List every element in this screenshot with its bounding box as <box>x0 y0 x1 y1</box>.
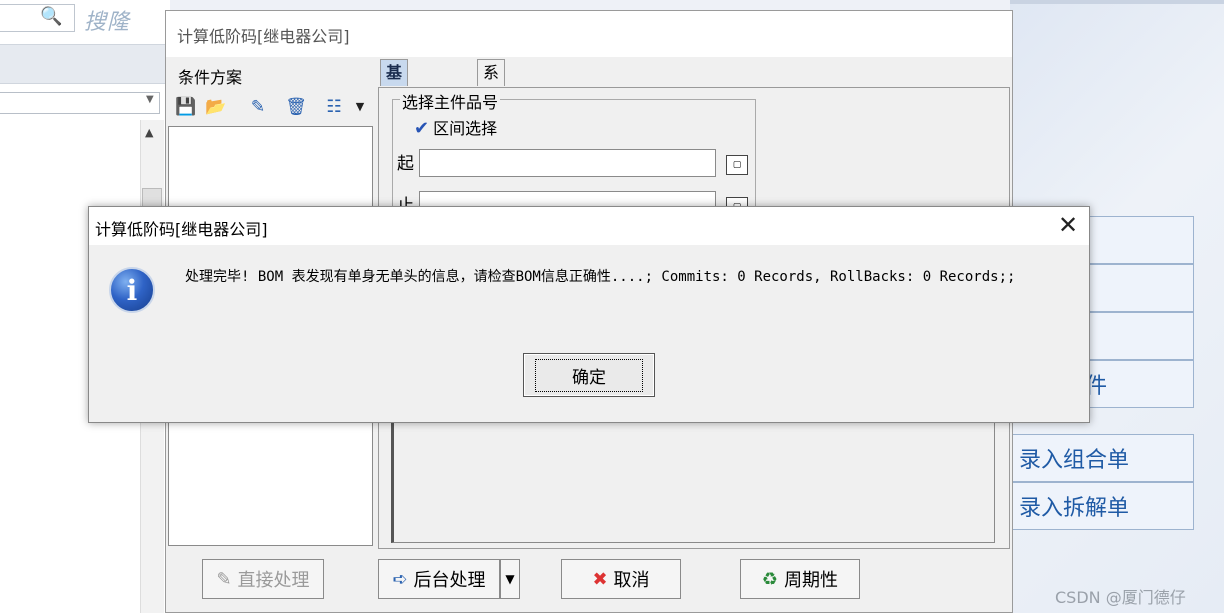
cancel-label: 取消 <box>613 570 650 591</box>
cancel-icon: ✖ <box>592 568 608 590</box>
background-search-box[interactable] <box>0 4 75 32</box>
cancel-button[interactable]: ✖ 取消 <box>561 559 681 599</box>
tab-system-options[interactable]: 系统选项 <box>477 59 506 160</box>
periodic-label: 周期性 <box>784 570 839 591</box>
logo: 搜隆 <box>84 10 131 35</box>
layout-dropdown-icon[interactable]: ▼ <box>348 95 372 119</box>
from-input[interactable] <box>419 149 716 177</box>
range-select-checkbox[interactable]: ✔ 区间选择 <box>414 115 497 139</box>
ok-button[interactable]: 确定 <box>523 353 655 397</box>
dialog-title: 计算低阶码[继电器公司] <box>95 220 268 239</box>
background-process-icon: ➪ <box>392 568 408 590</box>
dialog-message: 处理完毕! BOM 表发现有单身无单头的信息，请检查BOM信息正确性....; … <box>185 269 1016 285</box>
group-title: 选择主件品号 <box>400 89 501 113</box>
direct-process-icon: ✎ <box>216 568 232 590</box>
from-lookup-button[interactable]: ▢ <box>726 155 748 175</box>
right-button-split-order[interactable]: 录入拆解单 <box>1012 482 1194 530</box>
from-label: 起 <box>397 154 414 174</box>
info-icon: i <box>109 267 155 313</box>
range-select-label: 区间选择 <box>433 119 498 138</box>
dropdown-arrow-icon: ▼ <box>505 572 515 586</box>
watermark: CSDN @厦门德仔 <box>1055 588 1186 607</box>
scheme-label: 条件方案 <box>178 68 243 87</box>
save-icon[interactable]: 💾 <box>174 95 198 119</box>
periodic-icon: ♻ <box>761 568 779 590</box>
close-icon[interactable]: ✕ <box>1051 209 1085 241</box>
layout-icon[interactable]: ☷ <box>322 95 346 119</box>
wizard-icon[interactable]: ✎ <box>246 95 270 119</box>
checkmark-icon: ✔ <box>414 118 430 139</box>
scroll-up-icon[interactable]: ▲ <box>145 126 153 139</box>
background-right-topbar <box>1010 0 1224 4</box>
open-folder-icon[interactable]: 📂 <box>204 95 228 119</box>
direct-process-button[interactable]: ✎ 直接处理 <box>202 559 324 599</box>
background-process-button[interactable]: ➪ 后台处理 <box>378 559 500 599</box>
search-icon[interactable]: 🔍 <box>40 6 62 27</box>
chevron-down-icon[interactable]: ▼ <box>146 94 154 105</box>
message-dialog: 计算低阶码[继电器公司] ✕ i 处理完毕! BOM 表发现有单身无单头的信息，… <box>88 206 1090 423</box>
tab-basic-options[interactable]: 基本选项 <box>380 59 409 160</box>
options-lower-area <box>391 419 995 543</box>
periodic-button[interactable]: ♻ 周期性 <box>740 559 860 599</box>
background-combo[interactable] <box>0 92 160 114</box>
direct-process-label: 直接处理 <box>237 570 310 591</box>
background-process-dropdown[interactable]: ▼ <box>500 559 520 599</box>
window-title: 计算低阶码[继电器公司] <box>166 11 1012 57</box>
background-process-label: 后台处理 <box>413 570 486 591</box>
background-band <box>0 44 170 84</box>
ok-label: 确定 <box>535 358 643 392</box>
right-button-combine-order[interactable]: 录入组合单 <box>1012 434 1194 482</box>
delete-icon[interactable]: 🗑 <box>284 95 308 119</box>
